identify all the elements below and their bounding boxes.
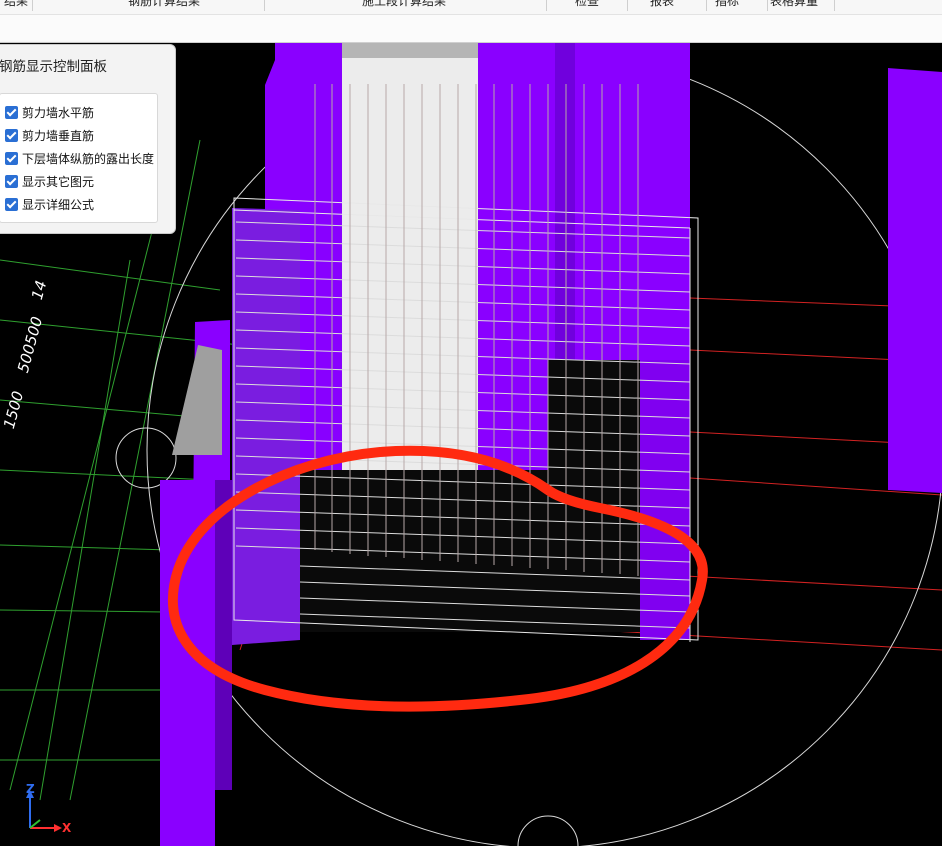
checkbox-checked-icon[interactable] [5, 151, 18, 165]
orbit-handle-left[interactable] [115, 427, 177, 489]
grey-ledge [172, 345, 222, 455]
option-show-other-elements[interactable]: 显示其它图元 [5, 171, 94, 191]
checkbox-checked-icon[interactable] [5, 174, 18, 188]
tab-index[interactable]: 指标 [715, 0, 768, 11]
axis-z-label: Z [26, 782, 35, 796]
toolbar: 结果 钢筋计算结果 施工段计算结果 检查 报表 指标 表格算量 [0, 0, 942, 43]
grey-wall-top [342, 42, 478, 58]
toolbar-lower-strip [0, 14, 942, 42]
checkbox-checked-icon[interactable] [5, 105, 18, 119]
tab-check[interactable]: 检查 [575, 0, 628, 11]
option-shear-wall-vertical[interactable]: 剪力墙垂直筋 [5, 125, 94, 145]
tab-results[interactable]: 结果 [4, 0, 34, 11]
tab-report[interactable]: 报表 [650, 0, 707, 11]
axis-x-label: X [62, 821, 72, 835]
option-show-detailed-formula[interactable]: 显示详细公式 [5, 194, 94, 214]
rebar-display-control-panel[interactable]: 钢筋显示控制面板 剪力墙水平筋 剪力墙垂直筋 下层墙体纵筋的露出长度 显示其它图… [0, 44, 176, 234]
tab-rebar-results[interactable]: 钢筋计算结果 [128, 0, 265, 11]
option-lower-wall-exposed-length[interactable]: 下层墙体纵筋的露出长度 [5, 148, 154, 168]
tab-table-quantity[interactable]: 表格算量 [770, 0, 835, 11]
panel-title: 钢筋显示控制面板 [0, 59, 107, 75]
orbit-handle-bottom[interactable] [517, 815, 579, 846]
axis-gizmo: Z X [22, 782, 72, 838]
tab-construction-results[interactable]: 施工段计算结果 [362, 0, 547, 11]
option-shear-wall-horizontal[interactable]: 剪力墙水平筋 [5, 102, 94, 122]
checkbox-checked-icon[interactable] [5, 197, 18, 211]
option-list: 剪力墙水平筋 剪力墙垂直筋 下层墙体纵筋的露出长度 显示其它图元 显示详细公式 [0, 93, 158, 223]
checkbox-checked-icon[interactable] [5, 128, 18, 142]
